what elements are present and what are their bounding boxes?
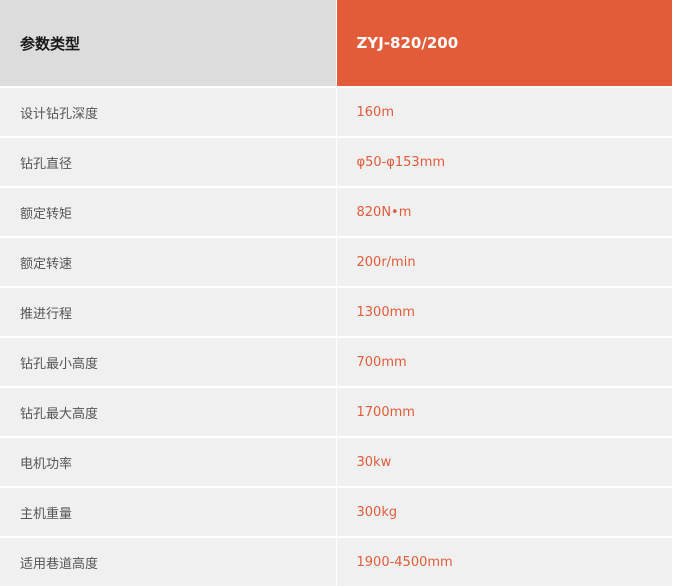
param-value: 160m <box>336 86 672 137</box>
param-value: 30kw <box>336 436 672 487</box>
param-value: 200r/min <box>336 236 672 287</box>
param-label: 推进行程 <box>0 286 337 337</box>
table-row: 设计钻孔深度 160m <box>0 86 672 137</box>
table-row: 钻孔最大高度 1700mm <box>0 386 672 437</box>
table-row: 适用巷道高度 1900-4500mm <box>0 536 672 586</box>
param-value: 820N•m <box>336 186 672 237</box>
table-row: 额定转矩 820N•m <box>0 186 672 237</box>
table-row: 钻孔最小高度 700mm <box>0 336 672 387</box>
param-type-header: 参数类型 <box>0 0 337 87</box>
param-label: 额定转矩 <box>0 186 337 237</box>
param-value: 1700mm <box>336 386 672 437</box>
param-value: 1900-4500mm <box>336 536 672 586</box>
param-label: 钻孔最小高度 <box>0 336 337 387</box>
table-row: 主机重量 300kg <box>0 486 672 537</box>
spec-table: 参数类型 ZYJ-820/200 设计钻孔深度 160m 钻孔直径 φ50-φ1… <box>0 0 672 586</box>
table-row: 钻孔直径 φ50-φ153mm <box>0 136 672 187</box>
param-value: φ50-φ153mm <box>336 136 672 187</box>
model-header: ZYJ-820/200 <box>336 0 672 87</box>
table-row: 额定转速 200r/min <box>0 236 672 287</box>
param-label: 主机重量 <box>0 486 337 537</box>
param-value: 700mm <box>336 336 672 387</box>
param-label: 钻孔直径 <box>0 136 337 187</box>
table-header-row: 参数类型 ZYJ-820/200 <box>0 0 672 87</box>
param-label: 设计钻孔深度 <box>0 86 337 137</box>
param-value: 1300mm <box>336 286 672 337</box>
table-row: 推进行程 1300mm <box>0 286 672 337</box>
param-label: 适用巷道高度 <box>0 536 337 586</box>
param-value: 300kg <box>336 486 672 537</box>
param-label: 电机功率 <box>0 436 337 487</box>
param-label: 钻孔最大高度 <box>0 386 337 437</box>
table-row: 电机功率 30kw <box>0 436 672 487</box>
param-label: 额定转速 <box>0 236 337 287</box>
